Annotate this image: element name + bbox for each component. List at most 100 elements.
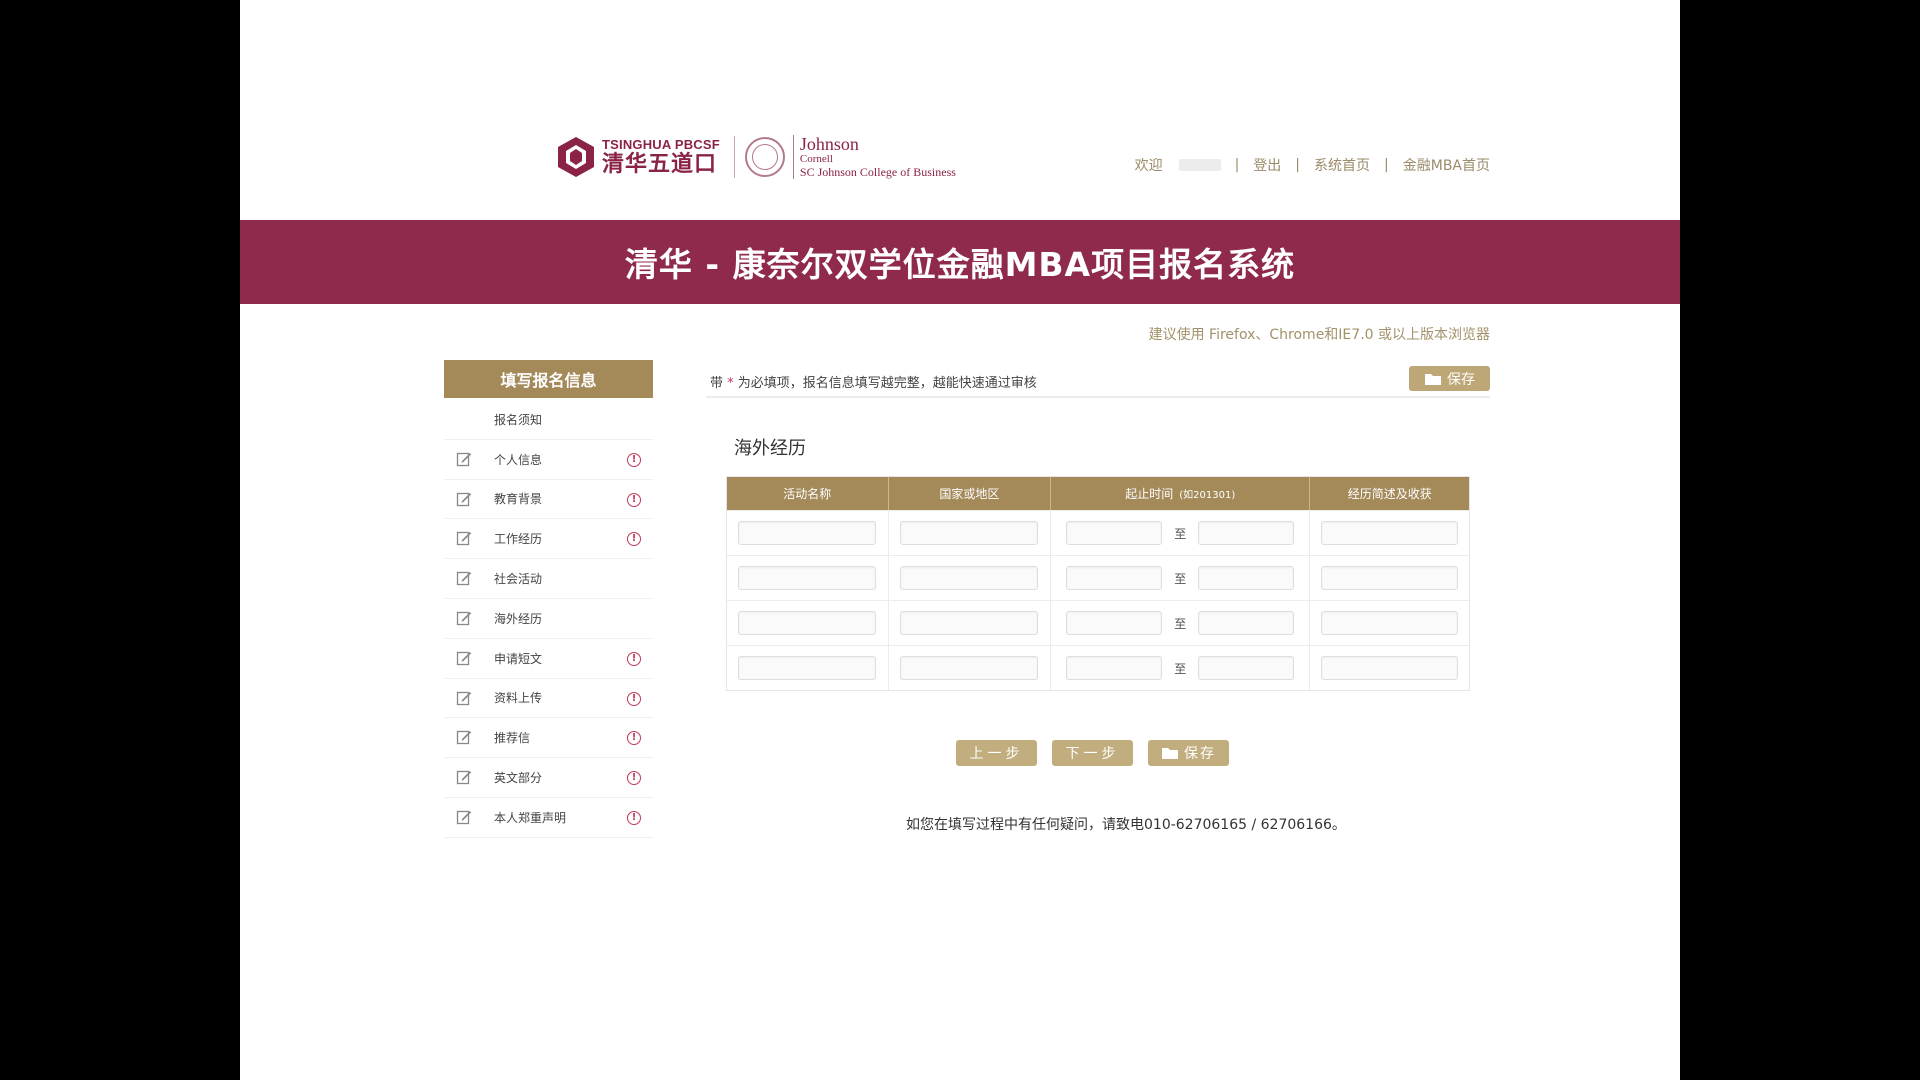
table-cell	[889, 556, 1052, 600]
save-button-bottom[interactable]: 保存	[1148, 740, 1229, 766]
save-button-top-label: 保存	[1447, 371, 1475, 388]
country-region-input[interactable]	[900, 656, 1039, 680]
edit-icon	[456, 691, 472, 705]
table-cell: 至	[1051, 646, 1311, 690]
col-period-label: 起止时间	[1125, 487, 1174, 501]
activity-name-input[interactable]	[738, 521, 877, 545]
table-cell	[889, 511, 1052, 555]
description-input[interactable]	[1321, 521, 1459, 545]
folder-icon	[1162, 748, 1178, 759]
sidebar-item-label: 个人信息	[494, 452, 543, 467]
edit-icon	[456, 532, 472, 546]
sidebar-item[interactable]: 教育背景!	[444, 480, 653, 520]
sidebar-item[interactable]: 社会活动	[444, 559, 653, 599]
prev-button[interactable]: 上一步	[956, 740, 1037, 766]
logout-link[interactable]: 登出	[1253, 155, 1281, 175]
sidebar-item-label: 资料上传	[494, 691, 543, 706]
main-content: 带 * 为必填项，报名信息填写越完整，越能快速通过审核 保存 海外经历 活动名称…	[706, 362, 1490, 833]
start-date-input[interactable]	[1066, 611, 1163, 635]
sidebar-item-label: 本人郑重声明	[494, 810, 567, 825]
table-cell	[1310, 646, 1469, 690]
incomplete-warning-icon: !	[627, 532, 641, 547]
edit-icon	[456, 810, 472, 825]
col-activity-name: 活动名称	[727, 477, 889, 510]
mba-home-link[interactable]: 金融MBA首页	[1403, 155, 1490, 175]
required-note: 带 * 为必填项，报名信息填写越完整，越能快速通过审核	[710, 372, 1037, 391]
sidebar-item-label: 海外经历	[494, 611, 543, 626]
activity-name-input[interactable]	[738, 566, 877, 590]
tsinghua-pbcsf-logo: TSINGHUA PBCSF 清华五道口	[556, 135, 720, 179]
table-cell	[727, 511, 889, 555]
sidebar-item-label: 社会活动	[494, 572, 543, 587]
sidebar-item-label: 工作经历	[494, 532, 543, 547]
cornell-seal-icon	[744, 137, 785, 177]
sidebar-item[interactable]: 本人郑重声明!	[444, 798, 653, 838]
next-button[interactable]: 下一步	[1052, 740, 1133, 766]
incomplete-warning-icon: !	[627, 492, 641, 507]
required-text: 为必填项，报名信息填写越完整，越能快速通过审核	[737, 376, 1037, 391]
col-period: 起止时间 (如201301)	[1051, 477, 1311, 510]
system-home-link[interactable]: 系统首页	[1314, 155, 1370, 175]
description-input[interactable]	[1321, 656, 1459, 680]
sidebar-item[interactable]: 个人信息!	[444, 440, 653, 480]
section-title: 海外经历	[734, 438, 806, 459]
end-date-input[interactable]	[1198, 656, 1295, 680]
nav-separator: |	[1384, 157, 1389, 173]
table-row: 至	[727, 600, 1469, 645]
top-nav: 欢迎 | 登出 | 系统首页 | 金融MBA首页	[1135, 155, 1490, 175]
end-date-input[interactable]	[1198, 611, 1295, 635]
end-date-input[interactable]	[1198, 566, 1295, 590]
sidebar-item[interactable]: 工作经历!	[444, 519, 653, 560]
edit-icon	[456, 611, 472, 626]
start-date-input[interactable]	[1066, 656, 1163, 680]
edit-icon	[456, 651, 472, 665]
table-body: 至至至至	[727, 510, 1469, 690]
sidebar-item-label: 教育背景	[494, 492, 543, 507]
country-region-input[interactable]	[900, 521, 1039, 545]
incomplete-warning-icon: !	[627, 810, 641, 825]
incomplete-warning-icon: !	[627, 771, 641, 786]
description-input[interactable]	[1321, 566, 1459, 590]
sidebar-item[interactable]: 申请短文!	[444, 639, 653, 679]
description-input[interactable]	[1321, 611, 1459, 635]
header: TSINGHUA PBCSF 清华五道口 Johnson Cornell SC …	[240, 0, 1680, 220]
country-region-input[interactable]	[900, 611, 1039, 635]
required-prefix: 带	[710, 376, 724, 391]
col-description: 经历简述及收获	[1347, 487, 1432, 501]
sidebar-item[interactable]: 英文部分!	[444, 758, 653, 798]
start-date-input[interactable]	[1066, 566, 1163, 590]
table-cell: 至	[1051, 556, 1311, 600]
sidebar-item[interactable]: 推荐信!	[444, 718, 653, 759]
table-row: 至	[727, 645, 1469, 690]
activity-name-input[interactable]	[738, 656, 877, 680]
edit-icon	[456, 771, 472, 785]
sidebar: 填写报名信息 报名须知 个人信息! 教育背景! 工作经历! 社会活动 海外经历 申请短文! 资…	[444, 360, 653, 838]
incomplete-warning-icon: !	[627, 731, 641, 746]
table-row: 至	[727, 555, 1469, 600]
start-date-input[interactable]	[1066, 521, 1163, 545]
table-cell: 至	[1051, 511, 1311, 555]
banner-title: 清华 - 康奈尔双学位金融MBA项目报名系统	[624, 245, 1296, 284]
to-label: 至	[1174, 571, 1187, 586]
save-button-top[interactable]: 保存	[1409, 366, 1490, 391]
end-date-input[interactable]	[1198, 521, 1295, 545]
required-star: *	[727, 376, 734, 391]
sidebar-item-label: 报名须知	[494, 412, 543, 427]
incomplete-warning-icon: !	[627, 691, 641, 706]
table-header: 活动名称 国家或地区 起止时间 (如201301) 经历简述及收获	[727, 477, 1469, 510]
tsinghua-emblem-icon	[558, 137, 594, 177]
country-region-input[interactable]	[900, 566, 1039, 590]
sidebar-item[interactable]: 海外经历	[444, 599, 653, 639]
sidebar-item[interactable]: 报名须知	[444, 400, 653, 440]
activity-name-input[interactable]	[738, 611, 877, 635]
edit-icon	[456, 452, 472, 466]
table-cell	[889, 646, 1052, 690]
edit-icon	[456, 731, 472, 745]
sidebar-item[interactable]: 资料上传!	[444, 679, 653, 719]
to-label: 至	[1174, 616, 1187, 631]
sidebar-item-label: 推荐信	[494, 731, 531, 746]
edit-icon	[456, 492, 472, 506]
incomplete-warning-icon: !	[627, 651, 641, 666]
nav-separator: |	[1295, 157, 1301, 173]
username-redacted	[1178, 159, 1221, 171]
